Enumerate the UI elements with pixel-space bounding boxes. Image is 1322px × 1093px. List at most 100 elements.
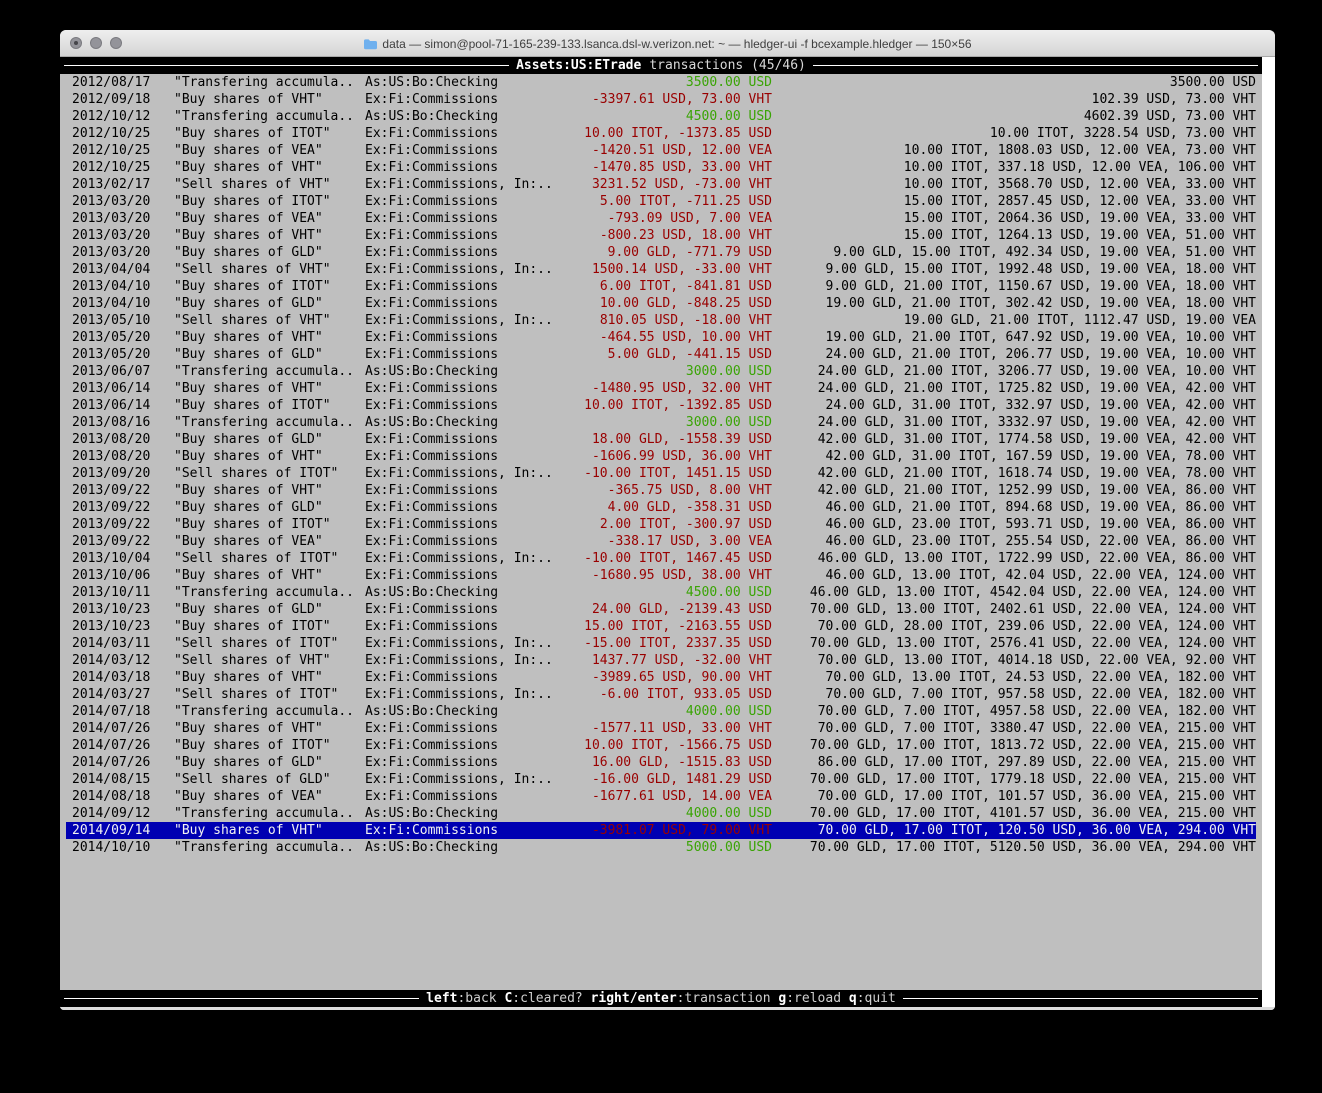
table-row[interactable]: 2012/10/12 "Transfering accumula.. As:US… <box>66 108 1256 125</box>
row-description: "Buy shares of ITOT" <box>174 125 331 142</box>
table-row[interactable]: 2014/07/26 "Buy shares of ITOT" Ex:Fi:Co… <box>66 737 1256 754</box>
table-row[interactable]: 2012/10/25 "Buy shares of ITOT" Ex:Fi:Co… <box>66 125 1256 142</box>
table-row[interactable]: 2013/02/17 "Sell shares of VHT" Ex:Fi:Co… <box>66 176 1256 193</box>
row-date: 2013/05/20 <box>72 329 150 346</box>
row-change: -3981.07 USD, 79.00 VHT <box>592 822 772 839</box>
row-accounts: Ex:Fi:Commissions <box>365 431 498 448</box>
table-row[interactable]: 2014/03/11 "Sell shares of ITOT" Ex:Fi:C… <box>66 635 1256 652</box>
table-row[interactable]: 2014/10/10 "Transfering accumula.. As:US… <box>66 839 1256 856</box>
header-rule-right <box>813 65 1258 66</box>
terminal-content: Assets:US:ETradetransactions (45/46) 201… <box>60 57 1262 1010</box>
table-row[interactable]: 2013/09/22 "Buy shares of ITOT" Ex:Fi:Co… <box>66 516 1256 533</box>
row-description: "Buy shares of VHT" <box>174 380 323 397</box>
table-row[interactable]: 2012/08/17 "Transfering accumula.. As:US… <box>66 74 1256 91</box>
table-row[interactable]: 2013/09/22 "Buy shares of GLD" Ex:Fi:Com… <box>66 499 1256 516</box>
row-accounts: Ex:Fi:Commissions <box>365 278 498 295</box>
row-description: "Buy shares of VHT" <box>174 669 323 686</box>
row-balance: 70.00 GLD, 17.00 ITOT, 1813.72 USD, 22.0… <box>810 737 1256 754</box>
row-date: 2014/08/18 <box>72 788 150 805</box>
table-row[interactable]: 2014/03/18 "Buy shares of VHT" Ex:Fi:Com… <box>66 669 1256 686</box>
row-change: -464.55 USD, 10.00 VHT <box>600 329 772 346</box>
row-date: 2013/09/22 <box>72 533 150 550</box>
table-row[interactable]: 2014/08/15 "Sell shares of GLD" Ex:Fi:Co… <box>66 771 1256 788</box>
shortcut-key: q <box>849 991 857 1006</box>
table-row[interactable]: 2012/09/18 "Buy shares of VHT" Ex:Fi:Com… <box>66 91 1256 108</box>
row-accounts: Ex:Fi:Commissions <box>365 601 498 618</box>
table-row[interactable]: 2013/09/20 "Sell shares of ITOT" Ex:Fi:C… <box>66 465 1256 482</box>
row-balance: 70.00 GLD, 17.00 ITOT, 101.57 USD, 36.00… <box>818 788 1256 805</box>
row-accounts: Ex:Fi:Commissions <box>365 567 498 584</box>
table-row[interactable]: 2013/03/20 "Buy shares of VHT" Ex:Fi:Com… <box>66 227 1256 244</box>
table-row[interactable]: 2013/05/20 "Buy shares of VHT" Ex:Fi:Com… <box>66 329 1256 346</box>
table-row[interactable]: 2013/04/10 "Buy shares of GLD" Ex:Fi:Com… <box>66 295 1256 312</box>
row-description: "Buy shares of ITOT" <box>174 278 331 295</box>
table-row[interactable]: 2014/07/26 "Buy shares of GLD" Ex:Fi:Com… <box>66 754 1256 771</box>
row-description: "Buy shares of VHT" <box>174 448 323 465</box>
row-date: 2013/06/14 <box>72 397 150 414</box>
row-date: 2014/09/14 <box>72 822 150 839</box>
row-balance: 46.00 GLD, 21.00 ITOT, 894.68 USD, 19.00… <box>826 499 1256 516</box>
table-row[interactable]: 2013/08/20 "Buy shares of VHT" Ex:Fi:Com… <box>66 448 1256 465</box>
table-row[interactable]: 2013/08/16 "Transfering accumula.. As:US… <box>66 414 1256 431</box>
row-date: 2013/04/10 <box>72 278 150 295</box>
scrollbar[interactable] <box>1262 57 1275 1007</box>
row-balance: 46.00 GLD, 13.00 ITOT, 42.04 USD, 22.00 … <box>826 567 1256 584</box>
row-date: 2013/03/20 <box>72 227 150 244</box>
table-row[interactable]: 2013/10/23 "Buy shares of ITOT" Ex:Fi:Co… <box>66 618 1256 635</box>
row-description: "Sell shares of VHT" <box>174 312 331 329</box>
table-row[interactable]: 2013/06/14 "Buy shares of ITOT" Ex:Fi:Co… <box>66 397 1256 414</box>
table-row[interactable]: 2013/09/22 "Buy shares of VEA" Ex:Fi:Com… <box>66 533 1256 550</box>
header-rule-left <box>64 65 509 66</box>
table-row[interactable]: 2014/03/12 "Sell shares of VHT" Ex:Fi:Co… <box>66 652 1256 669</box>
row-accounts: Ex:Fi:Commissions <box>365 159 498 176</box>
row-accounts: Ex:Fi:Commissions <box>365 244 498 261</box>
table-row[interactable]: 2014/08/18 "Buy shares of VEA" Ex:Fi:Com… <box>66 788 1256 805</box>
table-row[interactable]: 2013/03/20 "Buy shares of ITOT" Ex:Fi:Co… <box>66 193 1256 210</box>
row-date: 2013/02/17 <box>72 176 150 193</box>
table-row[interactable]: 2013/05/10 "Sell shares of VHT" Ex:Fi:Co… <box>66 312 1256 329</box>
row-change: 2.00 ITOT, -300.97 USD <box>600 516 772 533</box>
table-row[interactable]: 2014/09/14 "Buy shares of VHT" Ex:Fi:Com… <box>66 822 1256 839</box>
row-description: "Buy shares of VHT" <box>174 91 323 108</box>
row-description: "Transfering accumula.. <box>174 839 354 856</box>
table-row[interactable]: 2013/04/04 "Sell shares of VHT" Ex:Fi:Co… <box>66 261 1256 278</box>
row-description: "Buy shares of VEA" <box>174 142 323 159</box>
table-row[interactable]: 2013/10/04 "Sell shares of ITOT" Ex:Fi:C… <box>66 550 1256 567</box>
table-row[interactable]: 2014/07/18 "Transfering accumula.. As:US… <box>66 703 1256 720</box>
table-row[interactable]: 2013/08/20 "Buy shares of GLD" Ex:Fi:Com… <box>66 431 1256 448</box>
row-accounts: Ex:Fi:Commissions <box>365 618 498 635</box>
table-row[interactable]: 2013/03/20 "Buy shares of VEA" Ex:Fi:Com… <box>66 210 1256 227</box>
table-row[interactable]: 2013/06/14 "Buy shares of VHT" Ex:Fi:Com… <box>66 380 1256 397</box>
row-change: -1606.99 USD, 36.00 VHT <box>592 448 772 465</box>
screen-title: Assets:US:ETradetransactions (45/46) <box>509 57 813 74</box>
row-balance: 9.00 GLD, 15.00 ITOT, 1992.48 USD, 19.00… <box>826 261 1256 278</box>
table-row[interactable]: 2013/10/11 "Transfering accumula.. As:US… <box>66 584 1256 601</box>
row-change: -3397.61 USD, 73.00 VHT <box>592 91 772 108</box>
row-date: 2014/07/26 <box>72 754 150 771</box>
table-row[interactable]: 2013/09/22 "Buy shares of VHT" Ex:Fi:Com… <box>66 482 1256 499</box>
table-row[interactable]: 2014/07/26 "Buy shares of VHT" Ex:Fi:Com… <box>66 720 1256 737</box>
row-accounts: As:US:Bo:Checking <box>365 414 498 431</box>
table-row[interactable]: 2013/04/10 "Buy shares of ITOT" Ex:Fi:Co… <box>66 278 1256 295</box>
row-change: -1680.95 USD, 38.00 VHT <box>592 567 772 584</box>
row-date: 2013/10/11 <box>72 584 150 601</box>
table-row[interactable]: 2013/06/07 "Transfering accumula.. As:US… <box>66 363 1256 380</box>
row-change: 9.00 GLD, -771.79 USD <box>608 244 772 261</box>
table-row[interactable]: 2013/10/06 "Buy shares of VHT" Ex:Fi:Com… <box>66 567 1256 584</box>
table-row[interactable]: 2012/10/25 "Buy shares of VEA" Ex:Fi:Com… <box>66 142 1256 159</box>
header-account-name: Assets:US:ETrade <box>516 58 641 73</box>
table-row[interactable]: 2013/10/23 "Buy shares of GLD" Ex:Fi:Com… <box>66 601 1256 618</box>
folder-icon <box>363 38 377 50</box>
row-change: 810.05 USD, -18.00 VHT <box>600 312 772 329</box>
row-description: "Buy shares of GLD" <box>174 431 323 448</box>
table-row[interactable]: 2014/03/27 "Sell shares of ITOT" Ex:Fi:C… <box>66 686 1256 703</box>
row-balance: 4602.39 USD, 73.00 VHT <box>1084 108 1256 125</box>
table-row[interactable]: 2012/10/25 "Buy shares of VHT" Ex:Fi:Com… <box>66 159 1256 176</box>
table-row[interactable]: 2014/09/12 "Transfering accumula.. As:US… <box>66 805 1256 822</box>
table-row[interactable]: 2013/05/20 "Buy shares of GLD" Ex:Fi:Com… <box>66 346 1256 363</box>
row-change: -800.23 USD, 18.00 VHT <box>600 227 772 244</box>
table-row[interactable]: 2013/03/20 "Buy shares of GLD" Ex:Fi:Com… <box>66 244 1256 261</box>
row-accounts: Ex:Fi:Commissions, In:.. <box>365 176 553 193</box>
row-change: 4.00 GLD, -358.31 USD <box>608 499 772 516</box>
shortcut-key: left <box>426 991 457 1006</box>
